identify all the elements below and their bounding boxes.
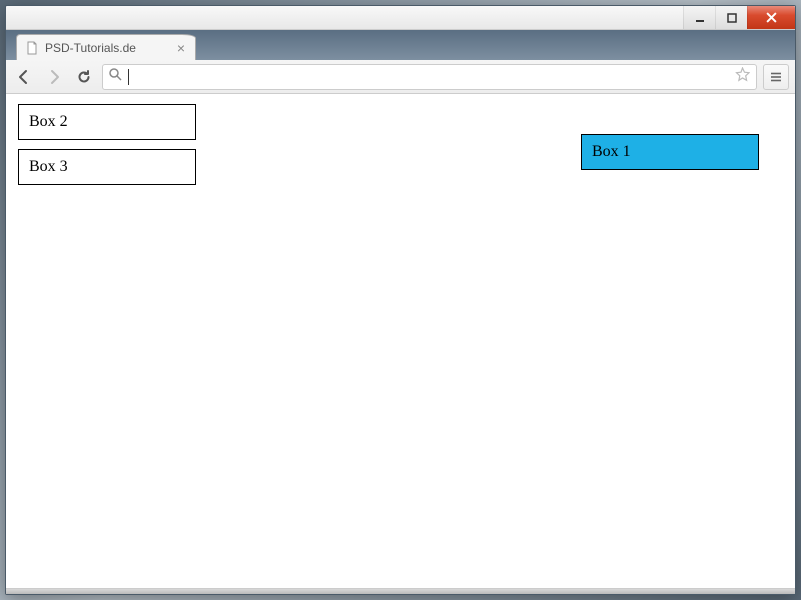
browser-tab[interactable]: PSD-Tutorials.de × [16,34,196,60]
address-bar[interactable] [102,64,757,90]
box-2: Box 2 [18,104,196,140]
search-icon [109,68,122,86]
box-3: Box 3 [18,149,196,185]
maximize-button[interactable] [715,6,747,29]
text-cursor [128,69,129,85]
forward-button[interactable] [42,65,66,89]
menu-button[interactable] [763,64,789,90]
tab-close-icon[interactable]: × [177,41,185,55]
bookmark-star-icon[interactable] [735,67,750,87]
browser-window: PSD-Tutorials.de × Box 2 Box [5,5,796,595]
close-button[interactable] [747,6,795,29]
window-titlebar [6,6,795,30]
reload-button[interactable] [72,65,96,89]
back-button[interactable] [12,65,36,89]
page-viewport: Box 2 Box 3 Box 1 [6,94,795,594]
page-icon [25,41,39,55]
tab-strip: PSD-Tutorials.de × [6,30,795,60]
url-input[interactable] [135,65,729,89]
tab-title: PSD-Tutorials.de [45,41,136,55]
toolbar [6,60,795,94]
viewport-bottom-edge [6,588,795,594]
minimize-button[interactable] [683,6,715,29]
box-1: Box 1 [581,134,759,170]
